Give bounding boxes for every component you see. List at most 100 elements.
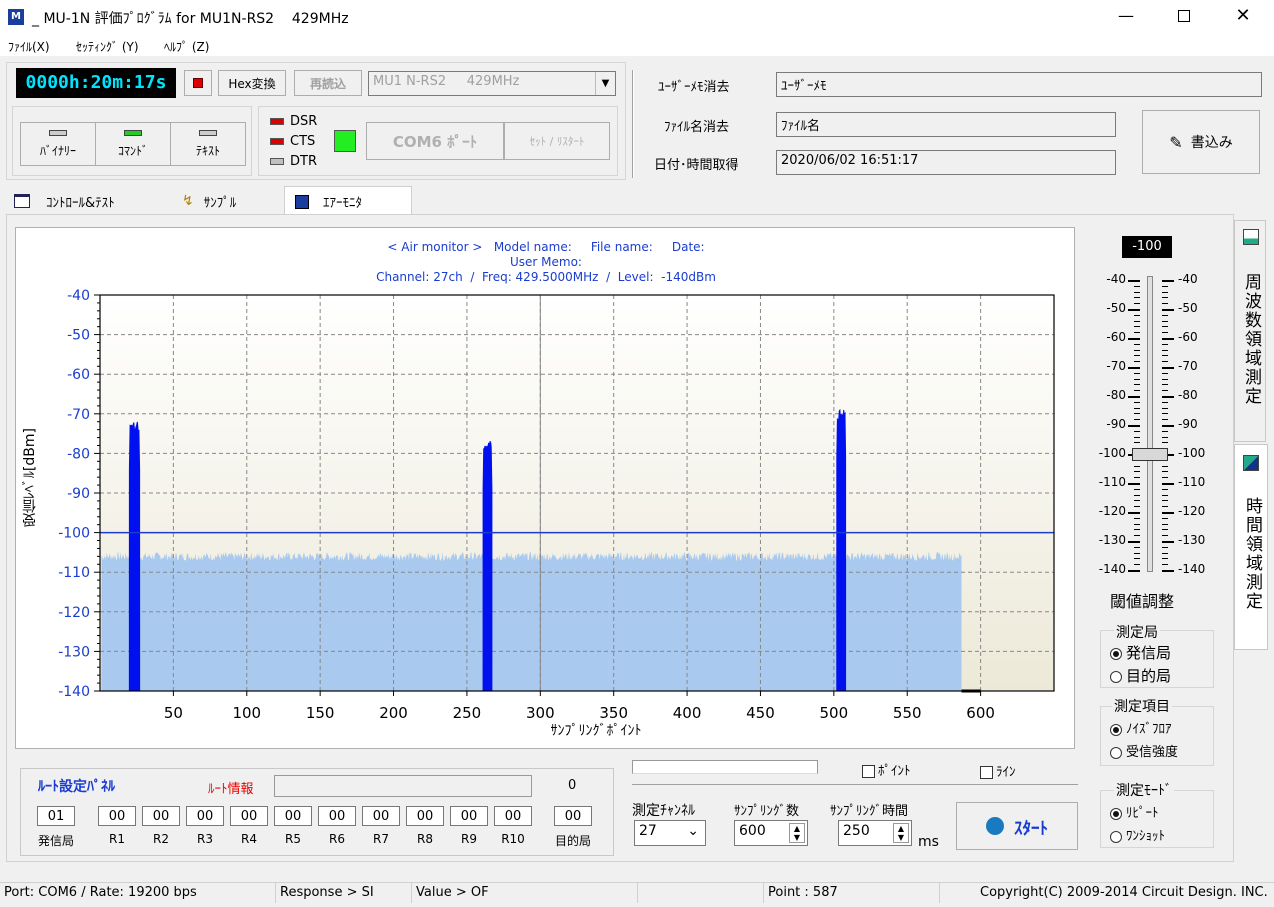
station-dest-radio[interactable]: 目的局 <box>1110 665 1171 686</box>
tab-sample[interactable]: ↯ ｻﾝﾌﾟﾙ <box>176 188 276 214</box>
route-r7-field[interactable]: 00 <box>362 806 400 826</box>
tab-air-monitor[interactable]: ｴｱｰﾓﾆﾀ <box>284 186 412 216</box>
dsr-signal: DSR <box>270 114 317 129</box>
dsr-led <box>270 118 284 125</box>
threshold-minor-tick <box>1162 355 1168 357</box>
mode-oneshot-radio[interactable]: ﾜﾝｼｮｯﾄ <box>1110 825 1165 844</box>
threshold-tick-right: -100 <box>1178 446 1206 460</box>
threshold-minor-tick <box>1134 413 1140 415</box>
route-r4-field[interactable]: 00 <box>230 806 268 826</box>
route-src-field[interactable]: 01 <box>37 806 75 826</box>
route-r3-label: R3 <box>197 832 213 846</box>
route-src-label: 発信局 <box>37 834 74 848</box>
time-chart-icon <box>1243 455 1259 471</box>
stop-button[interactable] <box>184 70 212 96</box>
date-field[interactable]: 2020/06/02 16:51:17 <box>776 150 1116 175</box>
date-get-link[interactable]: 日付･時間取得 <box>654 154 739 173</box>
route-r1-field[interactable]: 00 <box>98 806 136 826</box>
menu-file[interactable]: ﾌｧｲﾙ(X) <box>8 38 50 55</box>
com-port-button[interactable]: COM6 ﾎﾟｰﾄ <box>366 122 504 160</box>
y-tick-label: -50 <box>67 328 90 344</box>
tab-control-test[interactable]: ｺﾝﾄﾛｰﾙ&ﾃｽﾄ <box>8 188 168 214</box>
threshold-thumb[interactable] <box>1132 448 1168 461</box>
side-tab-time[interactable]: 時間領域測定 <box>1234 444 1268 650</box>
threshold-slider[interactable]: -40 -40 -50 -50 -60 -60 -70 -70 -80 -80 -90 -90 -100… <box>1090 270 1210 580</box>
route-dst-field[interactable]: 00 <box>554 806 592 826</box>
threshold-minor-tick <box>1134 349 1140 351</box>
memo-clear-link[interactable]: ﾕｰｻﾞｰﾒﾓ消去 <box>658 76 730 95</box>
reload-button[interactable]: 再読込 <box>294 70 362 96</box>
threshold-minor-tick <box>1134 465 1140 467</box>
write-button[interactable]: ✎ 書込み <box>1142 110 1260 174</box>
threshold-minor-tick <box>1134 535 1140 537</box>
cts-led <box>270 138 284 145</box>
start-button[interactable]: ｽﾀｰﾄ <box>956 802 1078 850</box>
threshold-minor-tick <box>1162 471 1168 473</box>
spinner-icon[interactable]: ▲ ▼ <box>789 823 805 843</box>
route-r3-field[interactable]: 00 <box>186 806 224 826</box>
item-level-radio[interactable]: 受信強度 <box>1110 741 1178 760</box>
status-port: Port: COM6 / Rate: 19200 bps <box>0 883 276 903</box>
route-r5-label: R5 <box>285 832 301 846</box>
route-r8-field[interactable]: 00 <box>406 806 444 826</box>
threshold-tick-mark <box>1162 309 1174 311</box>
station-title: 測定局 <box>1114 622 1160 642</box>
channel-select[interactable]: 27 ⌄ <box>634 820 706 846</box>
threshold-label: 閾値調整 <box>1110 592 1175 611</box>
threshold-minor-tick <box>1162 413 1168 415</box>
cts-indicator <box>334 130 356 152</box>
route-r2-field[interactable]: 00 <box>142 806 180 826</box>
threshold-minor-tick <box>1134 506 1140 508</box>
spinner-icon[interactable]: ▲ ▼ <box>893 823 909 843</box>
progress-bar <box>632 760 818 774</box>
sample-count-field[interactable]: 600 ▲ ▼ <box>734 820 808 846</box>
memo-field[interactable]: ﾕｰｻﾞｰﾒﾓ <box>776 72 1262 97</box>
route-r6-field[interactable]: 00 <box>318 806 356 826</box>
sample-time-field[interactable]: 250 ▲ ▼ <box>838 820 912 846</box>
title-bar: M _ MU-1N 評価ﾌﾟﾛｸﾞﾗﾑ for MU1N-RS2 429MHz … <box>0 0 1274 34</box>
threshold-minor-tick <box>1162 500 1168 502</box>
route-r10-field[interactable]: 00 <box>494 806 532 826</box>
menu-settings[interactable]: ｾｯﾃｨﾝｸﾞ (Y) <box>76 38 139 55</box>
status-point: Point : 587 <box>764 883 940 903</box>
mode-repeat-radio[interactable]: ﾘﾋﾟｰﾄ <box>1110 802 1159 821</box>
close-button[interactable]: ✕ <box>1234 6 1252 26</box>
mode-button-2[interactable]: ﾃｷｽﾄ <box>170 122 246 166</box>
threshold-minor-tick <box>1162 349 1168 351</box>
threshold-minor-tick <box>1134 552 1140 554</box>
noise-floor-area <box>101 552 962 691</box>
point-checkbox[interactable]: ﾎﾟｲﾝﾄ <box>862 760 911 779</box>
status-empty <box>638 883 764 903</box>
threshold-value: -100 <box>1122 236 1172 258</box>
route-r9-field[interactable]: 00 <box>450 806 488 826</box>
item-noise-radio[interactable]: ﾉｲｽﾞﾌﾛｱ <box>1110 718 1172 737</box>
line-checkbox[interactable]: ﾗｲﾝ <box>980 761 1016 780</box>
y-tick-label: -100 <box>58 526 90 542</box>
threshold-minor-tick <box>1162 419 1168 421</box>
threshold-tick-right: -110 <box>1178 475 1206 489</box>
app-icon: M <box>8 9 24 25</box>
mode-button-1[interactable]: ｺﾏﾝﾄﾞ <box>95 122 171 166</box>
file-clear-link[interactable]: ﾌｧｲﾙ名消去 <box>664 116 729 135</box>
threshold-tick-left: -40 <box>1106 272 1126 286</box>
route-r5-field[interactable]: 00 <box>274 806 312 826</box>
mode-button-0[interactable]: ﾊﾞｲﾅﾘｰ <box>20 122 96 166</box>
threshold-tick-right: -70 <box>1178 359 1198 373</box>
hex-button[interactable]: Hex変換 <box>218 70 286 96</box>
threshold-minor-tick <box>1162 558 1168 560</box>
threshold-minor-tick <box>1162 326 1168 328</box>
stop-icon <box>193 78 203 88</box>
menu-help[interactable]: ﾍﾙﾌﾟ (Z) <box>164 38 209 55</box>
side-tab-frequency[interactable]: 周波数領域測定 <box>1234 220 1266 442</box>
threshold-minor-tick <box>1134 314 1140 316</box>
threshold-minor-tick <box>1134 297 1140 299</box>
reset-button[interactable]: ｾｯﾄ / ﾘｽﾀｰﾄ <box>504 122 610 160</box>
file-name-field[interactable]: ﾌｧｲﾙ名 <box>776 112 1116 137</box>
device-select[interactable]: MU1 N-RS2 429MHz ▼ <box>368 71 616 96</box>
maximize-button[interactable] <box>1178 10 1190 22</box>
station-source-radio[interactable]: 発信局 <box>1110 642 1171 663</box>
minimize-button[interactable]: — <box>1118 8 1134 24</box>
signal-peak <box>128 421 141 692</box>
threshold-tick-mark <box>1128 570 1140 572</box>
status-bar: Port: COM6 / Rate: 19200 bps Response > … <box>0 882 1274 907</box>
